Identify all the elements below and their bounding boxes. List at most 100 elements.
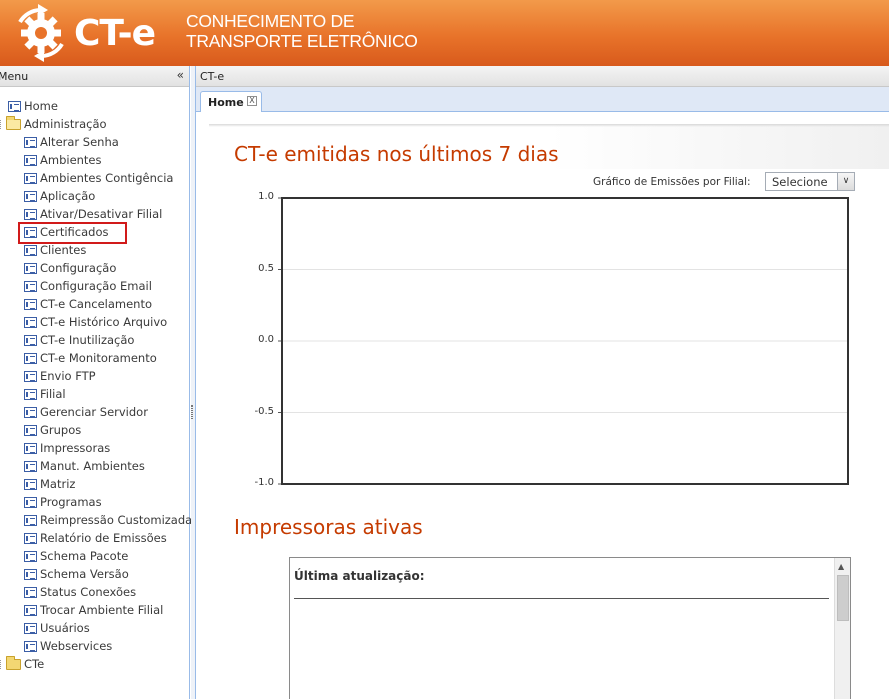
header-subtitle: CONHECIMENTO DE TRANSPORTE ELETRÔNICO [186, 11, 418, 51]
tree-item[interactable]: Administração [6, 115, 107, 133]
tree-item-label: Usuários [40, 621, 90, 635]
tree-item[interactable]: Usuários [24, 619, 90, 637]
document-icon [24, 370, 37, 382]
tree-item[interactable]: Home [8, 97, 58, 115]
document-icon [24, 568, 37, 580]
tree-item-label: Configuração [40, 261, 117, 275]
tree-item[interactable]: Schema Versão [24, 565, 129, 583]
y-tick-label: -0.5 [254, 405, 274, 417]
tree-item[interactable]: Alterar Senha [24, 133, 119, 151]
tree-item-label: Schema Pacote [40, 549, 129, 563]
scrollbar-thumb[interactable] [837, 575, 849, 621]
tree-item-label: Reimpressão Customizada [40, 513, 193, 527]
tree-expander[interactable] [0, 660, 6, 669]
tree-item[interactable]: CT-e Inutilização [24, 331, 134, 349]
document-icon [24, 280, 37, 292]
y-tick-label: 0.0 [258, 334, 274, 345]
menu-panel: Menu « Home Administração Alterar Senha Amb… [0, 66, 192, 699]
tree-item[interactable]: Webservices [24, 637, 112, 655]
tree-item-label: Relatório de Emissões [40, 531, 167, 545]
tree-item[interactable]: Ativar/Desativar Filial [24, 205, 162, 223]
tree-item[interactable]: Impressoras [24, 439, 110, 457]
document-icon [24, 622, 37, 634]
header-subtitle-line1: CONHECIMENTO DE [186, 11, 355, 31]
document-icon [24, 460, 37, 472]
tree-item-label: Configuração Email [40, 279, 152, 293]
tree-item-label: Alterar Senha [40, 135, 119, 149]
tree-item[interactable]: Gerenciar Servidor [24, 403, 148, 421]
printers-list: Última atualização: ▲ [289, 557, 851, 699]
document-icon [24, 604, 37, 616]
tree-item[interactable]: Ambientes Contigência [24, 169, 173, 187]
document-icon [24, 244, 37, 256]
document-icon [24, 442, 37, 454]
y-tick-label: 0.5 [258, 262, 274, 274]
gear-logo-icon [18, 4, 64, 62]
tree-item[interactable]: CT-e Cancelamento [24, 295, 152, 313]
tree-item[interactable]: Matriz [24, 475, 75, 493]
tree-item-label: Programas [40, 495, 102, 509]
tree-item[interactable]: Trocar Ambiente Filial [24, 601, 163, 619]
document-icon [24, 190, 37, 202]
tree-item[interactable]: Schema Pacote [24, 547, 128, 565]
tree-item[interactable]: Ambientes [24, 151, 102, 169]
content-panel: CT-e Home X CT-e emitidas nos últimos 7 … [195, 66, 889, 699]
collapse-panel-icon[interactable]: « [177, 68, 184, 82]
tree-item[interactable]: Grupos [24, 421, 81, 439]
tree-item-label: CTe [24, 657, 45, 671]
tree-item-label: Administração [24, 117, 107, 131]
scroll-up-icon[interactable]: ▲ [838, 562, 844, 571]
splitter-grip-icon[interactable] [191, 405, 193, 419]
selection-highlight [18, 222, 127, 244]
document-icon [24, 550, 37, 562]
document-icon [24, 388, 37, 400]
tree-item-label: Gerenciar Servidor [40, 405, 148, 419]
last-update-label: Última atualização: [294, 569, 425, 583]
tree-item-label: Envio FTP [40, 369, 96, 383]
tree-item[interactable]: Relatório de Emissões [24, 529, 167, 547]
document-icon [24, 172, 37, 184]
tree-expander[interactable] [0, 120, 6, 129]
tree-item[interactable]: CT-e Monitoramento [24, 349, 157, 367]
tree-item-label: Ambientes [40, 153, 102, 167]
tree-item[interactable]: Manut. Ambientes [24, 457, 145, 475]
logo-text: CT-e [74, 13, 156, 54]
tree-item[interactable]: Aplicação [24, 187, 95, 205]
tree-item-label: Home [24, 99, 58, 113]
tree-item[interactable]: CT-e Histórico Arquivo [24, 313, 167, 331]
tree-item[interactable]: CTe [6, 655, 44, 673]
tree-item-label: CT-e Histórico Arquivo [40, 315, 168, 329]
app-header: CT-e CONHECIMENTO DE TRANSPORTE ELETRÔNI… [0, 0, 889, 66]
document-icon [24, 334, 37, 346]
document-icon [24, 154, 37, 166]
y-tick-label: -1.0 [254, 477, 274, 488]
tree-item[interactable]: Envio FTP [24, 367, 96, 385]
tree-item-label: Clientes [40, 243, 87, 257]
tree-item[interactable]: Filial [24, 385, 66, 403]
tree-item[interactable]: Configuração [24, 259, 116, 277]
document-icon [24, 262, 37, 274]
document-icon [24, 478, 37, 490]
document-icon [24, 298, 37, 310]
tree-item[interactable]: Configuração Email [24, 277, 152, 295]
vertical-scrollbar[interactable]: ▲ [834, 558, 850, 699]
tree-item[interactable]: Reimpressão Customizada [24, 511, 192, 529]
document-icon [24, 640, 37, 652]
tree-item-label: Ativar/Desativar Filial [40, 207, 163, 221]
menu-panel-title: Menu [0, 70, 29, 83]
tree-item[interactable]: Programas [24, 493, 102, 511]
document-icon [24, 496, 37, 508]
tree-item-label: Matriz [40, 477, 76, 491]
tree-item[interactable]: Status Conexões [24, 583, 136, 601]
document-icon [24, 586, 37, 598]
document-icon [24, 514, 37, 526]
document-icon [8, 100, 21, 112]
folder-open-icon [6, 115, 21, 130]
tree-item-label: Impressoras [40, 441, 111, 455]
tree-item-label: Aplicação [40, 189, 96, 203]
tree-item-label: CT-e Inutilização [40, 333, 135, 347]
document-icon [24, 406, 37, 418]
document-icon [24, 532, 37, 544]
tree-item-label: Grupos [40, 423, 82, 437]
tree-item-label: Schema Versão [40, 567, 129, 581]
